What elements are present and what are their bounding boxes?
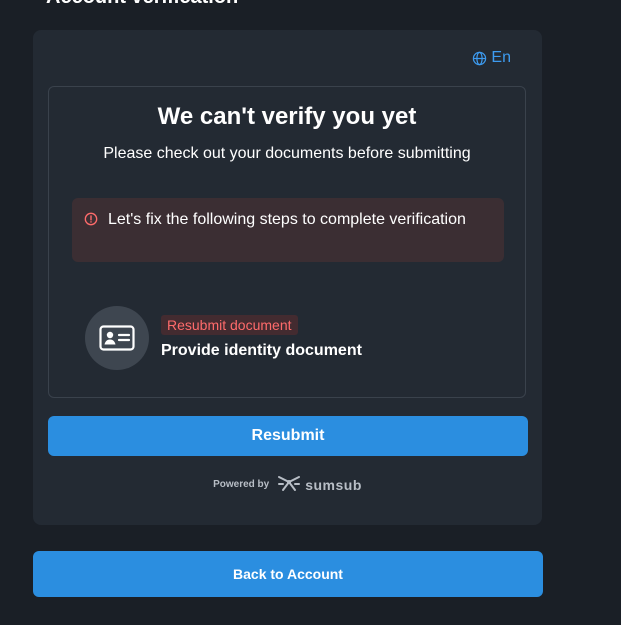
sumsub-logo-icon [277,474,301,495]
status-badge: Resubmit document [161,315,298,335]
step-item[interactable]: Resubmit document Provide identity docum… [85,306,505,372]
status-subheading: Please check out your documents before s… [103,145,471,162]
id-card-icon [85,306,149,370]
step-label: Provide identity document [161,342,362,359]
globe-icon [472,51,487,66]
language-selector[interactable]: En [472,49,511,67]
page-title: Account verification [46,0,238,9]
language-label: En [491,49,511,66]
brand-name: sumsub [305,476,362,493]
powered-by-label: Powered by [213,479,270,490]
powered-by: Powered by sumsub [33,474,542,495]
verification-card: En We can't verify you yet Please check … [33,30,542,525]
sumsub-logo[interactable]: sumsub [277,474,362,495]
status-panel: We can't verify you yet Please check out… [48,86,526,398]
error-circle-icon [84,210,98,234]
page: Account verification En We can't verify … [0,0,621,625]
alert-message: Let's fix the following steps to complet… [108,211,466,228]
status-heading: We can't verify you yet [157,103,417,130]
error-alert: Let's fix the following steps to complet… [72,198,504,262]
resubmit-button[interactable]: Resubmit [48,416,528,456]
back-to-account-button[interactable]: Back to Account [33,551,543,597]
